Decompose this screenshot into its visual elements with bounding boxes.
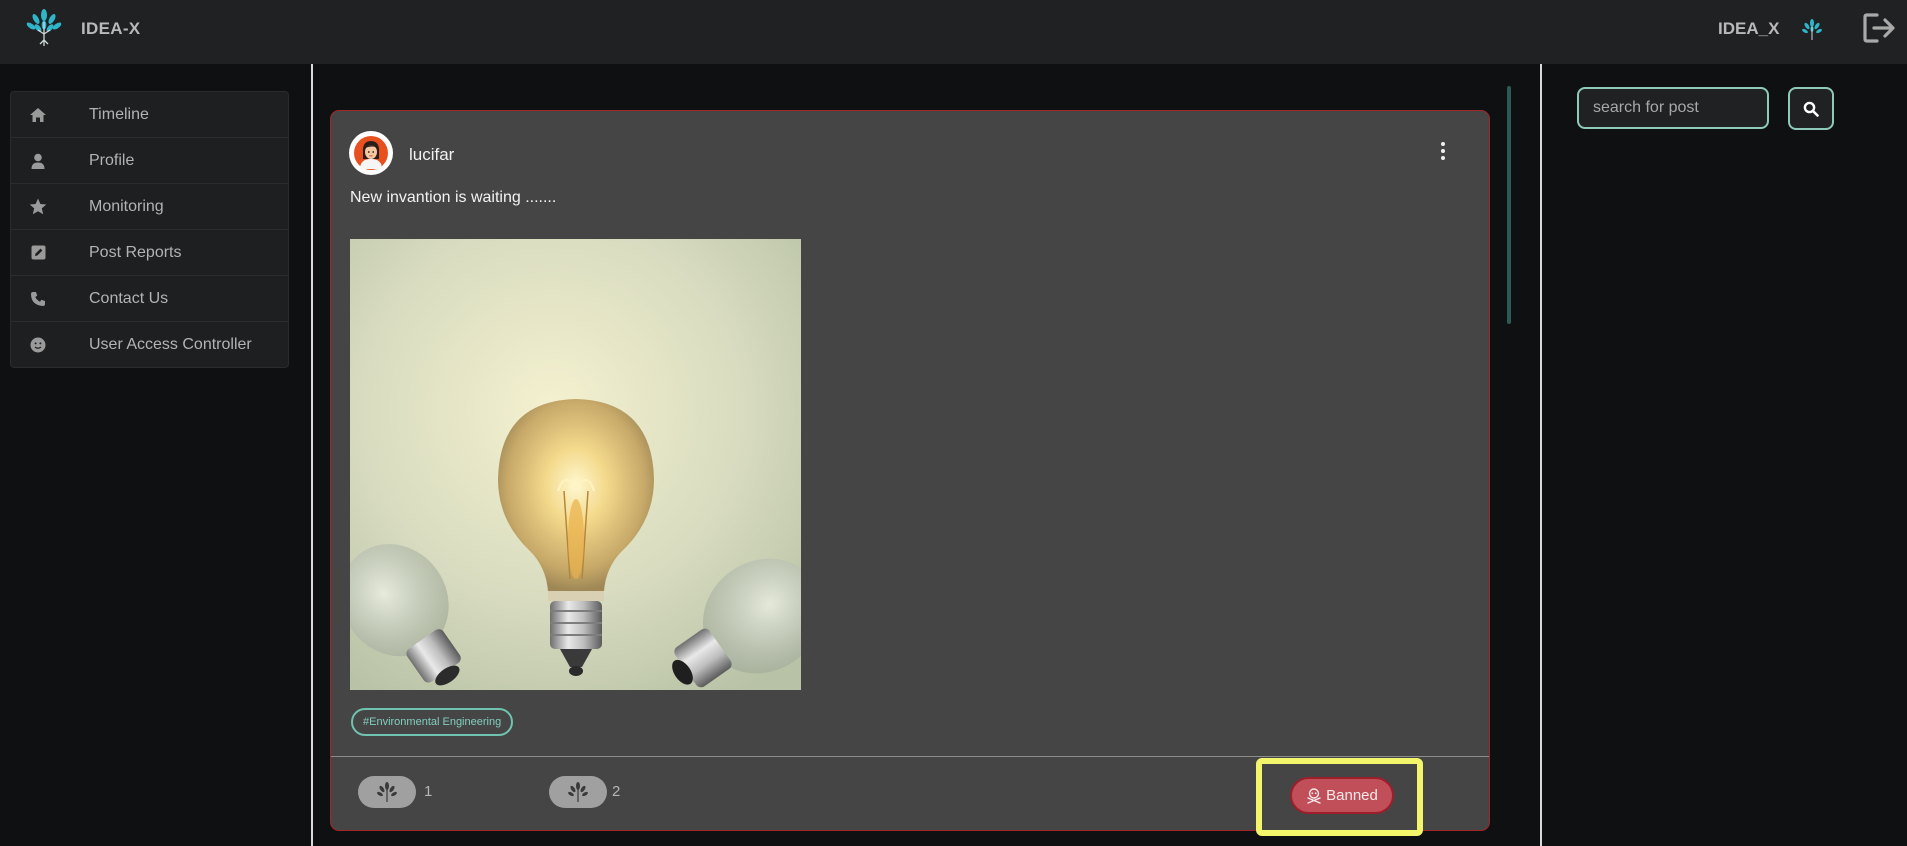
- small-tree-logo-icon: [1802, 19, 1822, 40]
- search-icon: [1803, 101, 1819, 117]
- search-input[interactable]: [1577, 87, 1769, 129]
- tree-logo-icon[interactable]: [24, 8, 64, 50]
- post-card: lucifar New invantion is waiting .......: [330, 110, 1490, 836]
- star-icon: [28, 197, 48, 217]
- sidebar-item-contact-us[interactable]: Contact Us: [11, 276, 288, 322]
- post-author[interactable]: lucifar: [409, 145, 454, 165]
- sidebar-item-monitoring[interactable]: Monitoring: [11, 184, 288, 230]
- post-tag[interactable]: #Environmental Engineering: [351, 708, 514, 736]
- reaction-count-1: 1: [424, 783, 433, 800]
- reaction-button-2[interactable]: [549, 776, 607, 808]
- top-bar: IDEA-X IDEA_X: [0, 0, 1907, 64]
- avatar-woman-icon: [354, 136, 388, 170]
- more-options-icon[interactable]: [1431, 139, 1455, 163]
- edit-square-icon: [28, 243, 48, 263]
- right-column-divider: [1540, 64, 1542, 846]
- sidebar-item-post-reports[interactable]: Post Reports: [11, 230, 288, 276]
- banned-status-label: Banned: [1326, 787, 1378, 804]
- face-icon: [28, 335, 48, 355]
- search-button[interactable]: [1788, 87, 1834, 130]
- phone-icon: [28, 289, 48, 309]
- sidebar-item-label: User Access Controller: [89, 336, 252, 353]
- sidebar-item-user-access-controller[interactable]: User Access Controller: [11, 322, 288, 368]
- lightbulb-image: [350, 239, 801, 690]
- left-column-divider: [311, 64, 313, 846]
- post-footer-divider: [331, 756, 1489, 757]
- skull-icon: [1307, 787, 1321, 804]
- banned-status-button[interactable]: Banned: [1290, 777, 1394, 814]
- brand-title: IDEA-X: [81, 19, 141, 38]
- post-text: New invantion is waiting .......: [350, 189, 557, 206]
- feed-scrollbar[interactable]: [1507, 86, 1511, 324]
- tree-react-icon: [377, 782, 397, 802]
- sidebar-item-profile[interactable]: Profile: [11, 138, 288, 184]
- avatar[interactable]: [349, 131, 393, 175]
- reaction-count-2: 2: [612, 783, 621, 800]
- sidebar-item-label: Post Reports: [89, 243, 182, 261]
- person-icon: [28, 151, 48, 171]
- sidebar-item-label: Profile: [89, 151, 135, 169]
- sidebar-item-timeline[interactable]: Timeline: [11, 92, 288, 138]
- sidebar-item-label: Monitoring: [89, 197, 164, 215]
- home-icon: [28, 105, 48, 125]
- sidebar-item-label: Contact Us: [89, 289, 169, 307]
- current-username: IDEA_X: [1718, 19, 1780, 38]
- sidebar-item-label: Timeline: [89, 105, 149, 123]
- tree-react-icon: [568, 782, 588, 802]
- reaction-button-1[interactable]: [358, 776, 416, 808]
- logout-icon[interactable]: [1862, 12, 1898, 44]
- sidebar-nav: Timeline Profile Monitoring Post Reports…: [10, 91, 289, 368]
